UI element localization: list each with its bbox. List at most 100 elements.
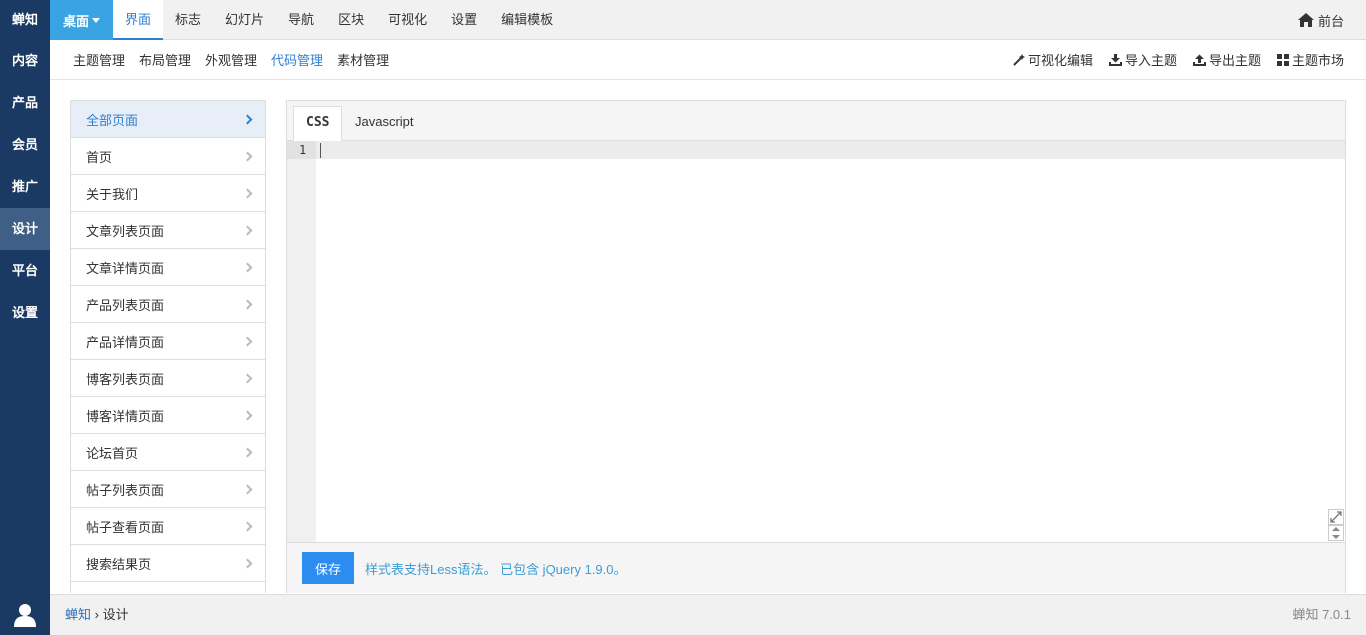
top-navbar: 桌面 界面 标志 幻灯片 导航 区块 可视化 设置 编辑模板 前台 <box>50 0 1366 40</box>
theme-market-button[interactable]: 主题市场 <box>1276 50 1344 69</box>
code-editor-panel: CSS Javascript 1 保存 样式表支持Less语法。 已包含 jQu… <box>286 100 1346 593</box>
page-item-label: 帖子列表页面 <box>86 482 165 498</box>
sidebar-item-promotion[interactable]: 推广 <box>0 166 50 208</box>
page-item-label: 搜索结果页 <box>86 556 152 572</box>
top-tabs: 界面 标志 幻灯片 导航 区块 可视化 设置 编辑模板 <box>113 0 565 40</box>
tab-css[interactable]: CSS <box>293 106 343 141</box>
tab-visual[interactable]: 可视化 <box>376 0 439 40</box>
subnav-layout-manage[interactable]: 布局管理 <box>132 50 198 69</box>
text-cursor <box>320 143 321 158</box>
sub-nav-items: 主题管理 布局管理 外观管理 代码管理 素材管理 <box>66 40 396 79</box>
page-item-product-list[interactable]: 产品列表页面 <box>71 286 265 323</box>
code-textarea[interactable]: 1 <box>287 141 1345 542</box>
page-item-label: 产品列表页面 <box>86 297 165 313</box>
version-label[interactable]: 蝉知 7.0.1 <box>1292 595 1351 635</box>
line-gutter <box>287 141 316 542</box>
chevron-right-icon <box>242 484 253 494</box>
chevron-right-icon <box>242 299 253 309</box>
chevron-right-icon <box>242 188 253 198</box>
chevron-right-icon <box>242 151 253 161</box>
sidebar-item-platform[interactable]: 平台 <box>0 250 50 292</box>
sidebar-item-member[interactable]: 会员 <box>0 124 50 166</box>
download-icon <box>1108 53 1122 66</box>
import-theme-button[interactable]: 导入主题 <box>1108 50 1177 69</box>
tab-interface[interactable]: 界面 <box>113 0 164 40</box>
frontend-label: 前台 <box>1317 13 1344 29</box>
page-item-label: 关于我们 <box>86 186 139 202</box>
page-item-search-results[interactable]: 搜索结果页 <box>71 545 265 582</box>
desktop-dropdown-button[interactable]: 桌面 <box>50 0 113 40</box>
scroll-arrows-icon <box>1328 525 1344 541</box>
breadcrumb: 蝉知 › 设计 <box>65 595 129 635</box>
page-item-product-detail[interactable]: 产品详情页面 <box>71 323 265 360</box>
tab-edit-template[interactable]: 编辑模板 <box>489 0 565 40</box>
chevron-right-icon <box>242 225 253 235</box>
frontend-link[interactable]: 前台 <box>1297 0 1344 40</box>
chevron-right-icon <box>242 114 253 124</box>
page-item-label: 产品详情页面 <box>86 334 165 350</box>
chevron-right-icon <box>242 262 253 272</box>
user-avatar[interactable] <box>0 595 50 635</box>
page-item-home[interactable]: 首页 <box>71 138 265 175</box>
sidebar-item-settings[interactable]: 设置 <box>0 292 50 334</box>
active-line-highlight <box>316 141 1345 159</box>
chevron-right-icon <box>242 447 253 457</box>
editor-resize-controls[interactable] <box>1328 509 1344 541</box>
sidebar-item-content[interactable]: 内容 <box>0 40 50 82</box>
page-item-article-list[interactable]: 文章列表页面 <box>71 212 265 249</box>
export-theme-label: 导出主题 <box>1208 53 1261 68</box>
tab-slides[interactable]: 幻灯片 <box>213 0 276 40</box>
tab-javascript[interactable]: Javascript <box>343 106 426 141</box>
sidebar-item-design[interactable]: 设计 <box>0 208 50 250</box>
page-item-label: 博客详情页面 <box>86 408 165 424</box>
chevron-right-icon <box>242 410 253 420</box>
export-theme-button[interactable]: 导出主题 <box>1192 50 1261 69</box>
subnav-theme-manage[interactable]: 主题管理 <box>66 50 132 69</box>
page-item-blog-detail[interactable]: 博客详情页面 <box>71 397 265 434</box>
user-icon <box>14 604 36 627</box>
tab-navigation[interactable]: 导航 <box>276 0 326 40</box>
page-list: 全部页面 首页 关于我们 文章列表页面 文章详情页面 产品列表页面 产品详情页面… <box>70 100 266 593</box>
line-number: 1 <box>287 141 316 159</box>
tab-blocks[interactable]: 区块 <box>326 0 376 40</box>
chevron-right-icon <box>242 373 253 383</box>
magic-wand-icon <box>1013 53 1025 66</box>
subnav-asset-manage[interactable]: 素材管理 <box>330 50 396 69</box>
sub-navbar: 主题管理 布局管理 外观管理 代码管理 素材管理 可视化编辑 导入主题 导出主题… <box>50 40 1366 80</box>
bottom-bar: 蝉知 › 设计 蝉知 7.0.1 <box>50 594 1366 635</box>
caret-down-icon <box>92 18 100 23</box>
page-item-label: 首页 <box>86 149 113 165</box>
breadcrumb-root[interactable]: 蝉知 <box>65 607 91 622</box>
desktop-label: 桌面 <box>62 13 89 29</box>
grid-icon <box>1276 53 1289 66</box>
page-item-blog-list[interactable]: 博客列表页面 <box>71 360 265 397</box>
page-item-forum-home[interactable]: 论坛首页 <box>71 434 265 471</box>
page-item-label: 全部页面 <box>86 112 139 128</box>
page-item-thread-view[interactable]: 帖子查看页面 <box>71 508 265 545</box>
chevron-right-icon <box>242 558 253 568</box>
page-item-label: 文章列表页面 <box>86 223 165 239</box>
expand-icon <box>1328 509 1344 525</box>
visual-edit-button[interactable]: 可视化编辑 <box>1013 50 1093 69</box>
page-item-all[interactable]: 全部页面 <box>71 101 265 138</box>
editor-tabbar: CSS Javascript <box>287 101 1345 141</box>
main-sidebar: 蝉知 内容 产品 会员 推广 设计 平台 设置 <box>0 0 50 635</box>
tab-logo[interactable]: 标志 <box>163 0 213 40</box>
brand-logo[interactable]: 蝉知 <box>0 0 50 40</box>
subnav-code-manage[interactable]: 代码管理 <box>264 50 330 69</box>
subnav-appearance-manage[interactable]: 外观管理 <box>198 50 264 69</box>
page-item-about[interactable]: 关于我们 <box>71 175 265 212</box>
page-item-thread-list[interactable]: 帖子列表页面 <box>71 471 265 508</box>
editor-footer: 保存 样式表支持Less语法。 已包含 jQuery 1.9.0。 <box>287 542 1345 593</box>
page-item-label: 帖子查看页面 <box>86 519 165 535</box>
sidebar-item-product[interactable]: 产品 <box>0 82 50 124</box>
tab-settings[interactable]: 设置 <box>439 0 489 40</box>
page-item-article-detail[interactable]: 文章详情页面 <box>71 249 265 286</box>
chevron-right-icon <box>242 336 253 346</box>
save-button[interactable]: 保存 <box>302 552 354 584</box>
chevron-right-icon <box>242 521 253 531</box>
theme-market-label: 主题市场 <box>1291 53 1344 68</box>
page-item-label: 论坛首页 <box>86 445 139 461</box>
breadcrumb-current: 设计 <box>102 607 129 622</box>
page-item-label: 文章详情页面 <box>86 260 165 276</box>
